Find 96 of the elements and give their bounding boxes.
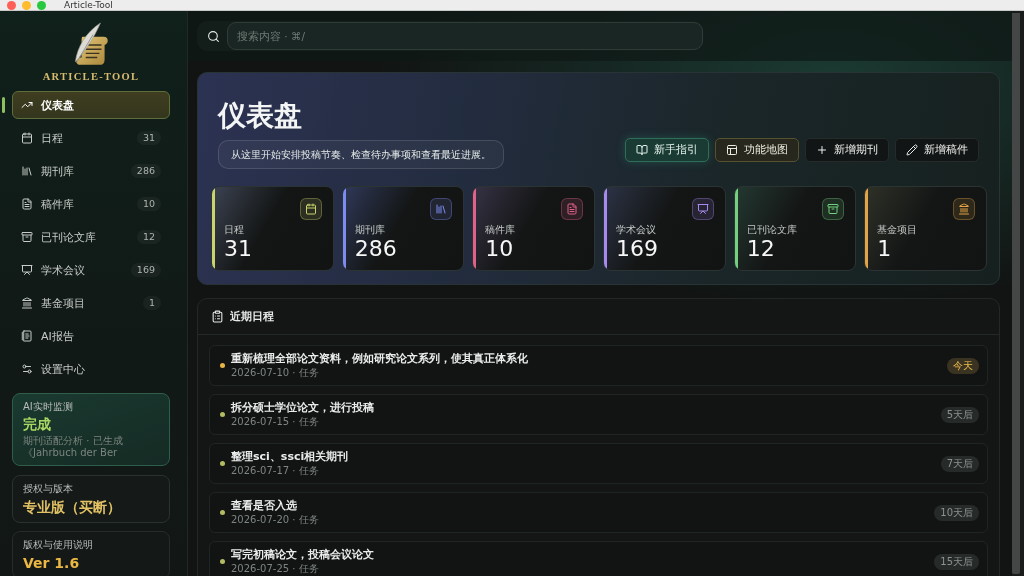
settings-icon xyxy=(21,363,33,375)
open-book-icon xyxy=(636,144,648,156)
archive-box-icon xyxy=(21,231,33,243)
due-badge: 15天后 xyxy=(934,553,979,570)
nav-item[interactable]: 期刊库 286 xyxy=(12,157,170,185)
stat-card[interactable]: 日程 31 xyxy=(211,186,334,271)
item-title: 写完初稿论文，投稿会议论文 xyxy=(231,548,374,562)
license-value: 专业版（买断） xyxy=(23,498,122,516)
nav-item[interactable]: 学术会议 169 xyxy=(12,256,170,284)
stat-label: 学术会议 xyxy=(616,224,656,236)
window-minimize-button[interactable] xyxy=(22,0,31,10)
item-meta: 2026-07-20 · 任务 xyxy=(231,514,319,526)
stat-label: 日程 xyxy=(224,224,244,236)
stat-label: 基金项目 xyxy=(877,224,918,236)
nav-item[interactable]: 稿件库 10 xyxy=(12,190,170,218)
notebook-icon xyxy=(21,330,33,342)
item-title: 重新梳理全部论文资料，例如研究论文系列，使其真正体系化 xyxy=(231,352,528,366)
document-icon xyxy=(21,198,33,210)
books-icon xyxy=(430,198,453,220)
item-count: 12 xyxy=(136,230,161,244)
window-zoom-button[interactable] xyxy=(37,0,46,10)
stat-label: 已刊论文库 xyxy=(746,224,797,236)
nav-item[interactable]: 日程 31 xyxy=(12,124,170,152)
brand-name: ARTICLE-TOOL xyxy=(42,71,140,83)
stat-value: 12 xyxy=(746,236,775,262)
item-meta: 2026-07-17 · 任务 xyxy=(231,465,319,477)
stat-value: 286 xyxy=(354,236,397,262)
pencil-icon xyxy=(906,144,918,156)
calendar-icon xyxy=(299,198,322,220)
stat-card[interactable]: 基金项目 1 xyxy=(864,186,987,271)
stat-label: 稿件库 xyxy=(485,224,516,236)
action-button[interactable]: 新增稿件 xyxy=(895,138,979,162)
calendar-icon xyxy=(21,132,33,144)
due-badge: 5天后 xyxy=(940,406,979,423)
item-title: 整理sci、ssci相关期刊 xyxy=(231,450,349,464)
books-icon xyxy=(21,165,33,177)
stat-card[interactable]: 学术会议 169 xyxy=(603,186,726,271)
card-label: 版权与使用说明 xyxy=(23,539,94,551)
section-title: 近期日程 xyxy=(230,309,274,324)
nav-item[interactable]: 已刊论文库 12 xyxy=(12,223,170,251)
card-label: AI实时监测 xyxy=(23,401,74,413)
layout-panels-icon xyxy=(726,144,738,156)
stat-card[interactable]: 稿件库 10 xyxy=(472,186,595,271)
archive-box-icon xyxy=(822,198,845,220)
status-text: 完成 xyxy=(23,415,52,433)
action-button[interactable]: 功能地图 xyxy=(715,138,799,162)
page-title: 仪表盘 xyxy=(218,100,302,132)
bank-building-icon xyxy=(953,198,975,220)
search-icon xyxy=(207,29,220,43)
schedule-item[interactable]: 重新梳理全部论文资料，例如研究论文系列，使其真正体系化 2026-07-10 · 任务 今天 xyxy=(209,345,988,386)
action-button[interactable]: 新手指引 xyxy=(625,138,709,162)
nav-item[interactable]: 仪表盘 xyxy=(12,91,170,119)
scrollbar-thumb[interactable] xyxy=(1012,13,1020,574)
stat-card[interactable]: 已刊论文库 12 xyxy=(733,186,857,271)
item-count: 286 xyxy=(130,164,161,178)
nav-item[interactable]: 设置中心 xyxy=(12,355,170,383)
item-meta: 2026-07-25 · 任务 xyxy=(231,563,319,575)
due-badge: 10天后 xyxy=(934,504,979,521)
item-meta: 2026-07-15 · 任务 xyxy=(231,416,319,428)
due-badge: 7天后 xyxy=(940,455,979,472)
stat-label: 期刊库 xyxy=(354,224,385,236)
item-title: 查看是否入选 xyxy=(231,499,297,513)
status-detail: 期刊适配分析 · 已生成《Jahrbuch der Ber xyxy=(23,435,124,459)
stat-value: 10 xyxy=(485,236,514,262)
action-button[interactable]: 新增期刊 xyxy=(805,138,889,162)
schedule-item[interactable]: 拆分硕士学位论文，进行投稿 2026-07-15 · 任务 5天后 xyxy=(209,394,988,435)
card-label: 授权与版本 xyxy=(23,483,74,495)
schedule-item[interactable]: 查看是否入选 2026-07-20 · 任务 10天后 xyxy=(209,492,988,533)
nav-item[interactable]: AI报告 xyxy=(12,322,170,350)
clipboard-icon xyxy=(211,310,224,323)
schedule-item[interactable]: 整理sci、ssci相关期刊 2026-07-17 · 任务 7天后 xyxy=(209,443,988,484)
item-count: 31 xyxy=(136,131,161,145)
item-count: 1 xyxy=(142,296,161,310)
trend-arrow-icon xyxy=(21,99,33,111)
nav-item[interactable]: 基金项目 1 xyxy=(12,289,170,317)
bank-building-icon xyxy=(21,297,33,309)
stat-value: 31 xyxy=(224,236,252,262)
page-subtitle: 从这里开始安排投稿节奏、检查待办事项和查看最近进展。 xyxy=(218,140,504,169)
presentation-board-icon xyxy=(21,264,33,276)
stat-value: 169 xyxy=(616,236,658,262)
due-badge: 今天 xyxy=(947,357,979,374)
document-icon xyxy=(561,198,583,220)
window-title: Article-Tool xyxy=(64,0,113,10)
stat-value: 1 xyxy=(877,236,892,262)
window-close-button[interactable] xyxy=(7,0,16,10)
item-count: 169 xyxy=(130,263,161,277)
stat-card[interactable]: 期刊库 286 xyxy=(341,186,465,271)
item-title: 拆分硕士学位论文，进行投稿 xyxy=(231,401,374,415)
version-value: Ver 1.6 xyxy=(23,554,81,572)
search-field[interactable]: 搜索内容 · ⌘/ xyxy=(227,22,703,50)
selection-indicator xyxy=(2,97,5,113)
schedule-item[interactable]: 写完初稿论文，投稿会议论文 2026-07-25 · 任务 15天后 xyxy=(209,541,988,576)
plus-icon xyxy=(816,144,828,156)
item-meta: 2026-07-10 · 任务 xyxy=(231,367,319,379)
presentation-board-icon xyxy=(691,198,714,220)
item-count: 10 xyxy=(136,197,161,211)
